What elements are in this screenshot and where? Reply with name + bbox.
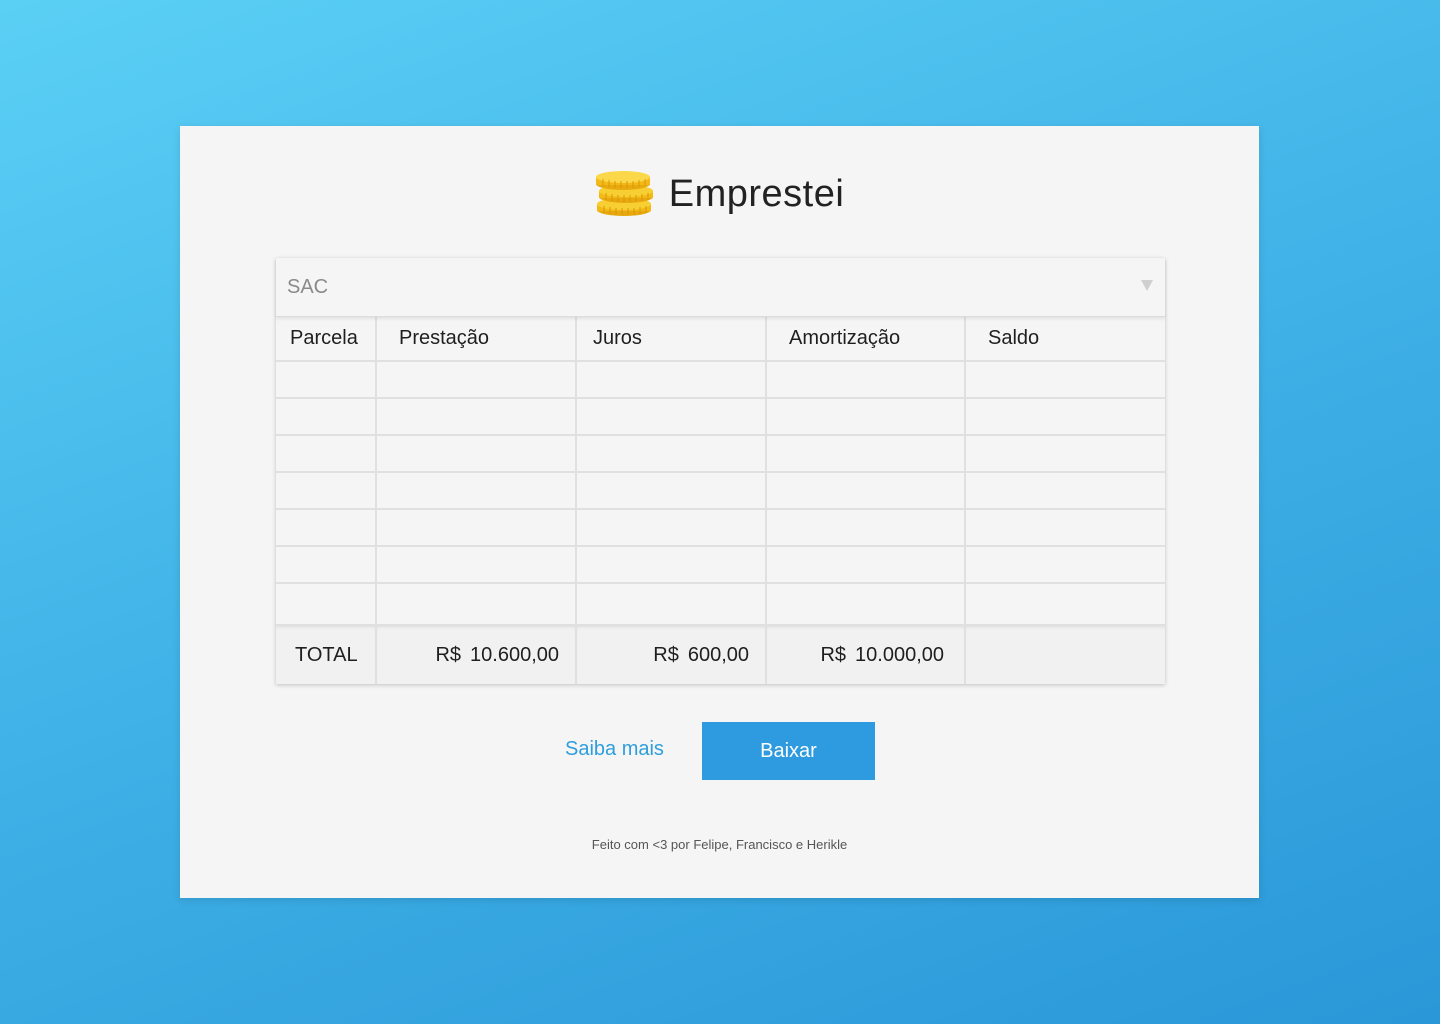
table-cell <box>276 434 377 473</box>
download-button[interactable]: Baixar <box>702 722 875 780</box>
table-row <box>276 471 1165 510</box>
table-cell <box>575 360 767 399</box>
table-cell <box>964 434 1165 473</box>
table-header-row: Parcela Prestação Juros Amortização Sald… <box>276 317 1165 362</box>
table-cell <box>276 582 377 626</box>
table-cell <box>276 508 377 547</box>
table-cell <box>964 545 1165 584</box>
footer-credits: Feito com <3 por Felipe, Francisco e Her… <box>591 837 848 852</box>
table-cell <box>276 545 377 584</box>
table-cell <box>765 508 966 547</box>
table-cell <box>375 471 577 510</box>
total-amortizacao: R$ 10.000,00 <box>765 624 966 684</box>
table-cell <box>575 508 767 547</box>
header-saldo: Saldo <box>964 317 1165 362</box>
actions-bar: Saiba mais Baixar <box>180 722 1259 780</box>
table-cell <box>765 397 966 436</box>
table-cell <box>765 545 966 584</box>
table-row <box>276 582 1165 626</box>
total-juros-value: 600,00 <box>687 643 749 666</box>
table-cell <box>765 582 966 626</box>
table-row <box>276 545 1165 584</box>
header-parcela: Parcela <box>276 317 377 362</box>
amortization-panel: SAC Parcela Prestação Juros Amortização … <box>276 258 1165 684</box>
total-row: TOTAL R$ 10.600,00 R$ 600,00 R$ 10.000,00 <box>276 624 1165 684</box>
total-prestacao: R$ 10.600,00 <box>375 624 577 684</box>
table-cell <box>375 508 577 547</box>
total-prestacao-value: 10.600,00 <box>470 643 559 666</box>
table-cell <box>276 471 377 510</box>
table-cell <box>964 397 1165 436</box>
table-cell <box>375 545 577 584</box>
table-cell <box>964 471 1165 510</box>
chevron-down-icon <box>1141 280 1153 291</box>
app-title: Emprestei <box>668 172 845 215</box>
total-juros: R$ 600,00 <box>575 624 767 684</box>
header-amortizacao: Amortização <box>765 317 966 362</box>
total-amortizacao-value: 10.000,00 <box>855 643 944 666</box>
currency-symbol: R$ <box>653 643 679 666</box>
table-cell <box>964 582 1165 626</box>
learn-more-link[interactable]: Saiba mais <box>565 738 664 761</box>
table-cell <box>964 508 1165 547</box>
coins-stack-icon <box>595 166 655 222</box>
table-row <box>276 397 1165 436</box>
currency-symbol: R$ <box>435 643 462 666</box>
table-cell <box>276 397 377 436</box>
header-juros: Juros <box>575 317 767 362</box>
table-cell <box>575 397 767 436</box>
table-row <box>276 360 1165 399</box>
header-prestacao: Prestação <box>375 317 577 362</box>
table-cell <box>375 434 577 473</box>
table-cell <box>276 360 377 399</box>
table-cell <box>765 360 966 399</box>
table-cell <box>765 434 966 473</box>
currency-symbol: R$ <box>820 643 847 666</box>
select-value: SAC <box>287 276 329 298</box>
table-cell <box>375 582 577 626</box>
table-cell <box>375 397 577 436</box>
amortization-system-select[interactable]: SAC <box>276 258 1165 317</box>
table-row <box>276 508 1165 547</box>
total-label: TOTAL <box>276 624 377 684</box>
table-cell <box>375 360 577 399</box>
table-cell <box>575 434 767 473</box>
amortization-table: Parcela Prestação Juros Amortização Sald… <box>276 317 1165 684</box>
table-cell <box>575 545 767 584</box>
table-cell <box>964 360 1165 399</box>
table-row <box>276 434 1165 473</box>
brand-header: Emprestei <box>180 162 1259 226</box>
table-cell <box>765 471 966 510</box>
main-card: Emprestei SAC Parcela Prestação Juros Am… <box>180 126 1259 898</box>
total-saldo <box>964 624 1165 684</box>
table-cell <box>575 471 767 510</box>
table-cell <box>575 582 767 626</box>
